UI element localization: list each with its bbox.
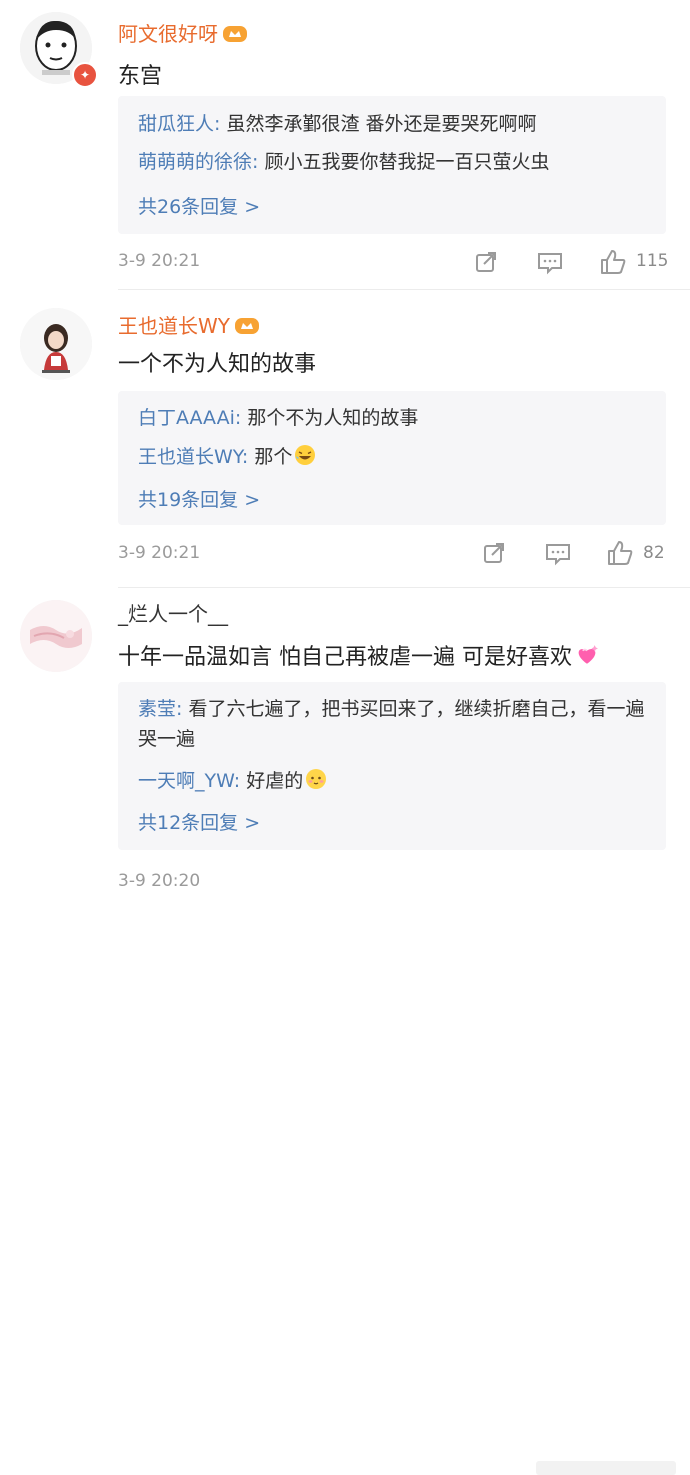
reply-author[interactable]: 白丁AAAAi: [138, 407, 235, 429]
comment-time: 3-9 20:21: [118, 251, 201, 271]
comment-item: ✦ 阿文很好呀 东宫 甜瓜狂人: 虽然李承鄞很渣 番外还是要哭死啊啊 萌萌萌的徐…: [0, 0, 690, 290]
comment-item: _烂人一个__ 十年一品温如言 怕自己再被虐一遍 可是好喜欢 素莹: 看了六七遍…: [0, 588, 690, 1475]
comment-text: 一个不为人知的故事: [118, 352, 317, 377]
reply-text: 虽然李承鄞很渣 番外还是要哭死啊啊: [226, 113, 537, 135]
like-count: 115: [636, 251, 669, 271]
vip-crown-icon: [235, 318, 259, 334]
sparkling-heart-emoji-icon: [578, 645, 598, 664]
like-count: 82: [643, 543, 665, 563]
comment-text: 十年一品温如言 怕自己再被虐一遍 可是好喜欢: [118, 639, 600, 671]
comment-username[interactable]: _烂人一个__: [118, 598, 228, 627]
reply-box[interactable]: 素莹: 看了六七遍了，把书买回来了，继续折磨自己，看一遍哭一遍 一天啊_YW: …: [118, 682, 666, 850]
watermark: [536, 1461, 676, 1475]
comment-time: 3-9 20:21: [118, 543, 201, 563]
reply-text: 看了六七遍了，把书买回来了，继续折磨自己，看一遍哭一遍: [138, 698, 645, 750]
reply-author[interactable]: 素莹: [138, 698, 176, 720]
reply-text: 那个不为人知的故事: [247, 407, 419, 429]
reply-box[interactable]: 白丁AAAAi: 那个不为人知的故事 王也道长WY: 那个 共19条回复 >: [118, 391, 666, 525]
reply-author[interactable]: 萌萌萌的徐徐: [138, 151, 252, 173]
avatar[interactable]: [20, 308, 92, 380]
reply-item: 萌萌萌的徐徐: 顾小五我要你替我捉一百只萤火虫: [138, 151, 550, 173]
repost-icon[interactable]: [482, 541, 506, 565]
more-replies-link[interactable]: 共12条回复 >: [138, 808, 260, 835]
blushing-emoji-icon: [306, 769, 327, 789]
laughing-emoji-icon: [295, 445, 316, 465]
repost-icon[interactable]: [474, 250, 498, 274]
verified-badge: ✦: [72, 62, 98, 88]
comment-username[interactable]: 阿文很好呀: [118, 18, 248, 47]
reply-author[interactable]: 王也道长WY: [138, 446, 242, 468]
comment-time: 3-9 20:20: [118, 871, 201, 891]
more-replies-link[interactable]: 共19条回复 >: [138, 485, 260, 512]
reply-item: 甜瓜狂人: 虽然李承鄞很渣 番外还是要哭死啊啊: [138, 113, 537, 135]
reply-item: 白丁AAAAi: 那个不为人知的故事: [138, 407, 419, 429]
reply-text: 好虐的: [246, 770, 304, 792]
reply-item: 王也道长WY: 那个: [138, 442, 648, 472]
reply-author[interactable]: 甜瓜狂人: [138, 113, 214, 135]
reply-author[interactable]: 一天啊_YW: [138, 770, 234, 792]
reply-item: 素莹: 看了六七遍了，把书买回来了，继续折磨自己，看一遍哭一遍: [138, 698, 645, 750]
reply-box[interactable]: 甜瓜狂人: 虽然李承鄞很渣 番外还是要哭死啊啊 萌萌萌的徐徐: 顾小五我要你替我…: [118, 96, 666, 234]
comment-text: 东宫: [118, 64, 163, 89]
thumbs-up-icon[interactable]: [599, 248, 627, 276]
comment-username[interactable]: 王也道长WY: [118, 310, 260, 339]
vip-crown-icon: [223, 26, 247, 42]
thumbs-up-icon[interactable]: [606, 539, 634, 567]
avatar[interactable]: [20, 600, 92, 672]
reply-item: 一天啊_YW: 好虐的: [138, 766, 648, 796]
more-replies-link[interactable]: 共26条回复 >: [138, 192, 260, 219]
reply-text: 顾小五我要你替我捉一百只萤火虫: [264, 151, 550, 173]
comment-item: 王也道长WY 一个不为人知的故事 白丁AAAAi: 那个不为人知的故事 王也道长…: [0, 290, 690, 588]
reply-text: 那个: [254, 446, 293, 468]
comment-icon[interactable]: [537, 251, 563, 275]
comment-icon[interactable]: [545, 542, 571, 566]
